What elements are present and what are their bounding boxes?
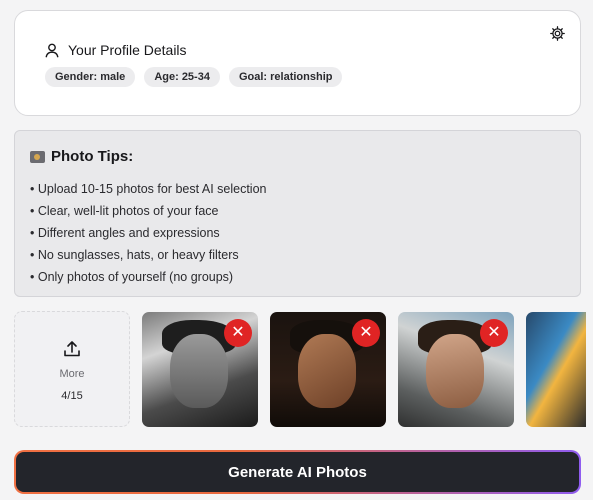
photo-thumbnail-1[interactable]: ✕: [142, 312, 258, 427]
gender-chip: Gender: male: [45, 67, 136, 87]
user-icon: [45, 43, 59, 57]
add-more-photos-button[interactable]: More 4/15: [14, 311, 130, 427]
upload-label: More: [59, 368, 85, 380]
tips-title: Photo Tips:: [51, 148, 134, 165]
photo-thumbnail-3[interactable]: ✕: [398, 312, 514, 427]
photo-thumbnail-4[interactable]: [526, 312, 586, 427]
photo-face: [298, 334, 356, 408]
tip-item: • Upload 10-15 photos for best AI select…: [30, 182, 267, 196]
photo-thumbnail-2[interactable]: ✕: [270, 312, 386, 427]
photo-count: 4/15: [61, 390, 83, 402]
remove-photo-button[interactable]: ✕: [480, 319, 508, 347]
tip-item: • No sunglasses, hats, or heavy filters: [30, 248, 239, 262]
goal-chip: Goal: relationship: [228, 67, 343, 87]
profile-card: Your Profile Details Gender: male Age: 2…: [14, 10, 581, 116]
tip-item: • Different angles and expressions: [30, 226, 220, 240]
tip-item: • Only photos of yourself (no groups): [30, 270, 234, 284]
remove-photo-button[interactable]: ✕: [352, 319, 380, 347]
profile-title: Your Profile Details: [68, 42, 187, 58]
generate-ai-photos-button[interactable]: Generate AI Photos: [14, 450, 581, 494]
photo-face: [170, 334, 228, 408]
photo-tips-panel: Photo Tips: • Upload 10-15 photos for be…: [14, 130, 581, 297]
remove-photo-button[interactable]: ✕: [224, 319, 252, 347]
profile-title-row: Your Profile Details: [45, 42, 187, 58]
tip-item: • Clear, well-lit photos of your face: [30, 204, 219, 218]
photo-face: [426, 334, 484, 408]
gear-icon[interactable]: [549, 25, 566, 42]
tips-heading: Photo Tips:: [30, 148, 133, 165]
profile-chips: Gender: male Age: 25-34 Goal: relationsh…: [45, 67, 343, 87]
camera-icon: [30, 150, 45, 163]
tips-list: • Upload 10-15 photos for best AI select…: [30, 178, 266, 288]
upload-icon: [64, 341, 80, 357]
age-chip: Age: 25-34: [144, 67, 220, 87]
